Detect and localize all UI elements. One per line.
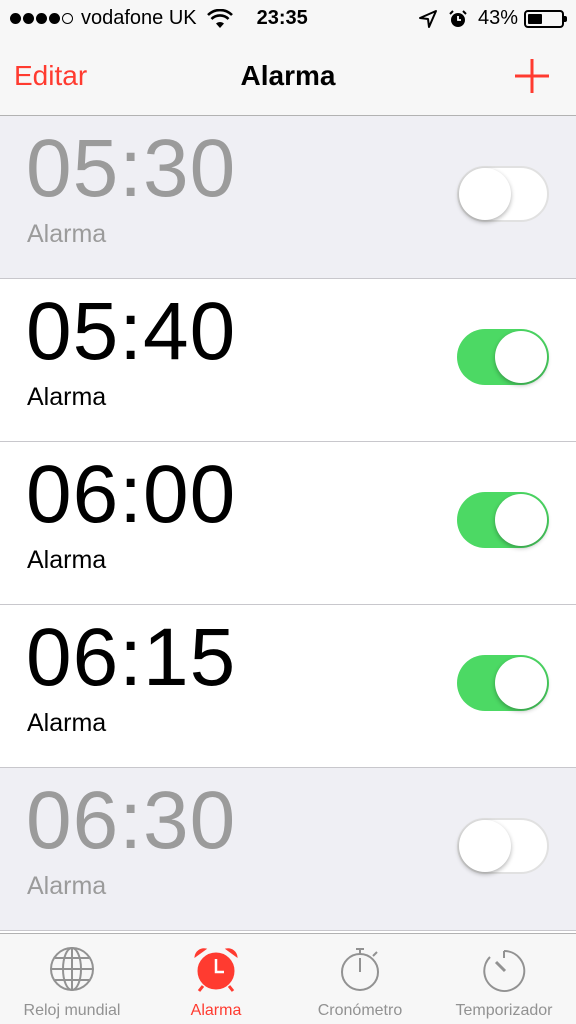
alarm-toggle[interactable] — [457, 492, 549, 548]
carrier-name: vodafone UK — [81, 7, 197, 29]
toggle-knob — [459, 168, 511, 220]
status-left: vodafone UK 23:35 — [10, 7, 308, 30]
alarm-status-icon — [449, 9, 467, 27]
tab-label: Temporizador — [455, 1002, 553, 1019]
alarm-row[interactable]: 06:00 Alarma — [0, 442, 576, 605]
wifi-icon — [206, 8, 233, 28]
toggle-knob — [495, 657, 547, 709]
alarm-toggle[interactable] — [457, 329, 549, 385]
page-title: Alarma — [240, 60, 336, 91]
alarm-row[interactable]: 06:15 Alarma — [0, 605, 576, 768]
alarm-list: 05:30 Alarma 05:40 Alarma 06:00 Alarma 0… — [0, 116, 576, 931]
tab-stopwatch[interactable]: Cronómetro — [288, 934, 432, 1024]
globe-icon — [50, 947, 94, 991]
tab-label: Alarma — [190, 1002, 242, 1019]
alarm-time: 06:30 — [26, 775, 237, 866]
alarm-label: Alarma — [27, 872, 107, 900]
tab-label: Cronómetro — [317, 1002, 403, 1019]
alarm-toggle[interactable] — [457, 166, 549, 222]
status-right: 43% — [418, 7, 567, 30]
alarm-toggle[interactable] — [457, 818, 549, 874]
alarm-label: Alarma — [27, 709, 107, 737]
status-bar: vodafone UK 23:35 43% — [0, 0, 576, 38]
status-time: 23:35 — [256, 7, 308, 29]
tab-world-clock[interactable]: Reloj mundial — [0, 934, 144, 1024]
add-alarm-button[interactable] — [512, 56, 552, 96]
battery-icon — [524, 9, 567, 28]
toggle-knob — [495, 331, 547, 383]
toggle-knob — [495, 494, 547, 546]
toggle-knob — [459, 820, 511, 872]
battery-percent: 43% — [477, 7, 518, 29]
tab-bar: Reloj mundial Alarma Cronómetro Temporiz… — [0, 933, 576, 1024]
alarm-label: Alarma — [27, 383, 107, 411]
alarm-row[interactable]: 05:40 Alarma — [0, 279, 576, 442]
alarm-time: 06:00 — [26, 449, 237, 540]
alarm-clock-icon — [194, 948, 238, 992]
alarm-row[interactable]: 06:30 Alarma — [0, 768, 576, 931]
alarm-label: Alarma — [27, 220, 107, 248]
alarm-time: 06:15 — [26, 612, 237, 703]
tab-label: Reloj mundial — [23, 1002, 121, 1019]
location-arrow-icon — [418, 9, 437, 28]
alarm-row[interactable]: 05:30 Alarma — [0, 116, 576, 279]
alarm-time: 05:40 — [26, 286, 237, 377]
alarm-label: Alarma — [27, 546, 107, 574]
alarm-toggle[interactable] — [457, 655, 549, 711]
navigation-bar: Editar Alarma — [0, 38, 576, 116]
timer-icon — [483, 949, 526, 992]
stopwatch-icon — [341, 948, 379, 991]
alarm-time: 05:30 — [26, 123, 237, 214]
signal-strength-icon — [10, 13, 75, 24]
tab-timer[interactable]: Temporizador — [432, 934, 576, 1024]
tab-alarm[interactable]: Alarma — [144, 934, 288, 1024]
